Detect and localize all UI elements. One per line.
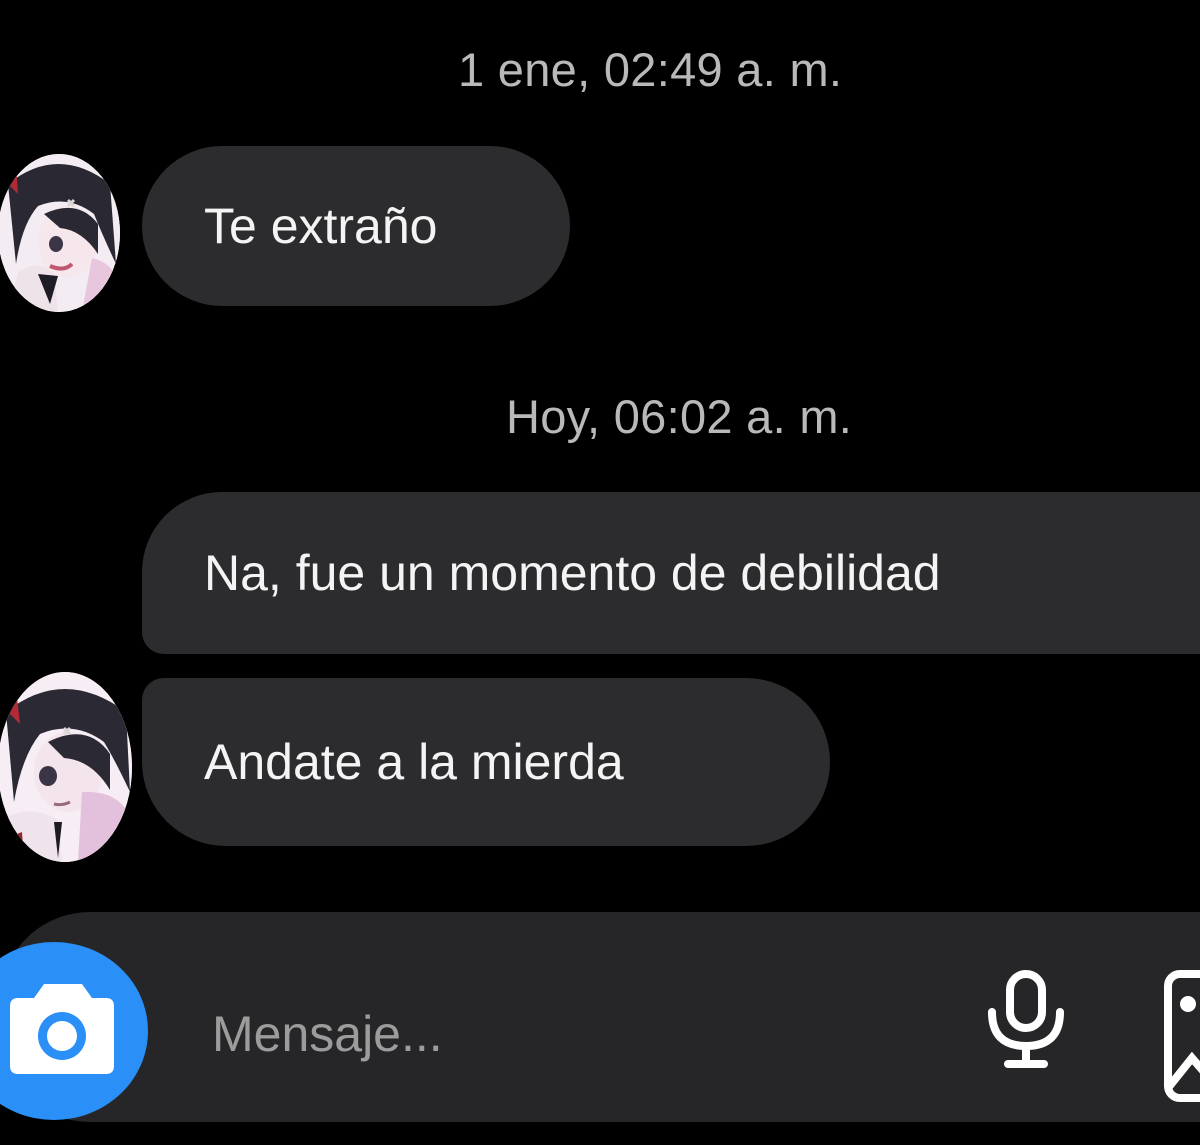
message-bubble-incoming[interactable]: Te extraño (142, 146, 570, 306)
message-text: Na, fue un momento de debilidad (204, 545, 941, 601)
message-bubble-incoming[interactable]: Andate a la mierda (142, 678, 830, 846)
timestamp-divider: Hoy, 06:02 a. m. (506, 390, 853, 443)
avatar[interactable] (0, 672, 132, 862)
microphone-button[interactable] (980, 968, 1072, 1068)
message-bubble-outgoing[interactable]: Na, fue un momento de debilidad (142, 492, 1200, 654)
anime-girl-avatar-icon (0, 672, 132, 862)
camera-button[interactable] (0, 942, 148, 1120)
microphone-icon (988, 970, 1064, 1068)
gallery-button[interactable] (1158, 968, 1200, 1110)
message-input[interactable] (212, 998, 912, 1070)
timestamp-divider: 1 ene, 02:49 a. m. (458, 43, 843, 96)
anime-girl-avatar-icon (0, 154, 120, 312)
gallery-icon (1164, 970, 1200, 1102)
avatar[interactable] (0, 154, 120, 312)
camera-icon (10, 984, 114, 1074)
message-text: Te extraño (204, 198, 438, 254)
message-text: Andate a la mierda (204, 734, 624, 790)
